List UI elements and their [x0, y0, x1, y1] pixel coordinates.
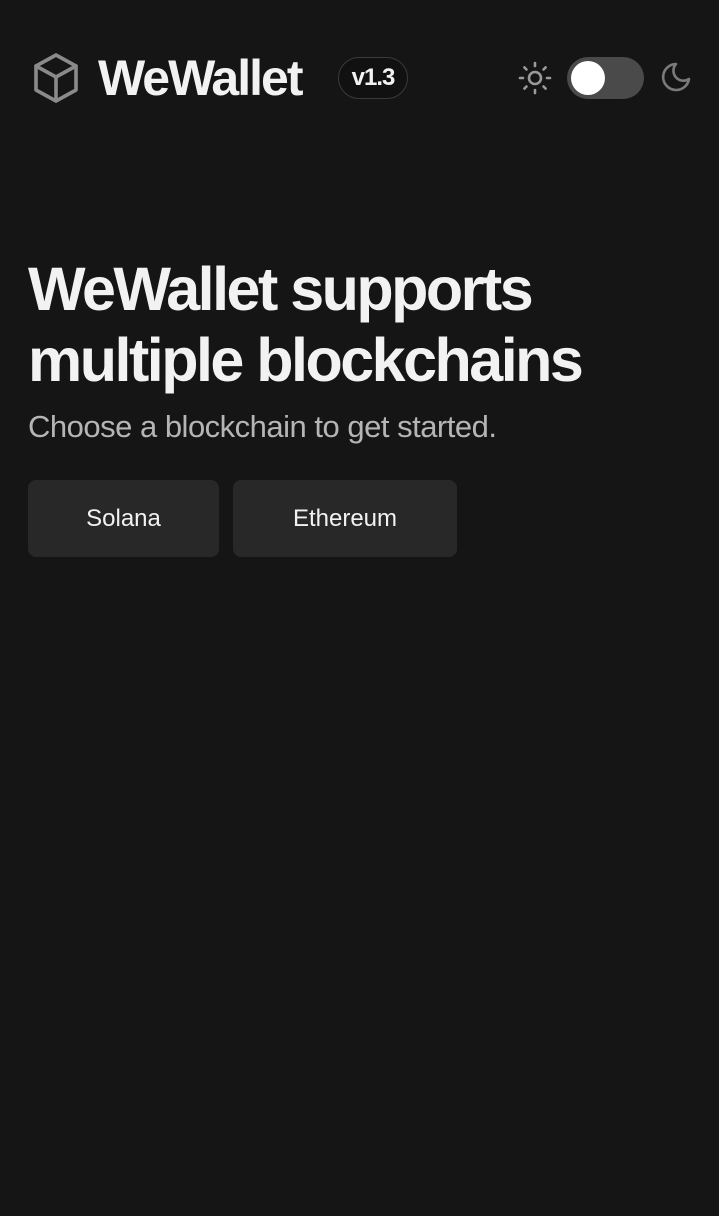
page-title: WeWallet supports multiple blockchains	[28, 255, 584, 394]
app-header: WeWallet v1.3	[0, 0, 719, 156]
page-subtitle: Choose a blockchain to get started.	[28, 409, 497, 444]
cube-icon	[34, 53, 78, 103]
version-badge: v1.3	[338, 57, 408, 99]
ethereum-button[interactable]: Ethereum	[233, 480, 457, 557]
solana-button[interactable]: Solana	[28, 480, 219, 557]
moon-icon	[661, 62, 691, 92]
sun-icon	[518, 61, 552, 95]
toggle-knob	[571, 61, 605, 95]
theme-toggle[interactable]	[567, 57, 644, 99]
brand-name: WeWallet	[98, 50, 303, 106]
